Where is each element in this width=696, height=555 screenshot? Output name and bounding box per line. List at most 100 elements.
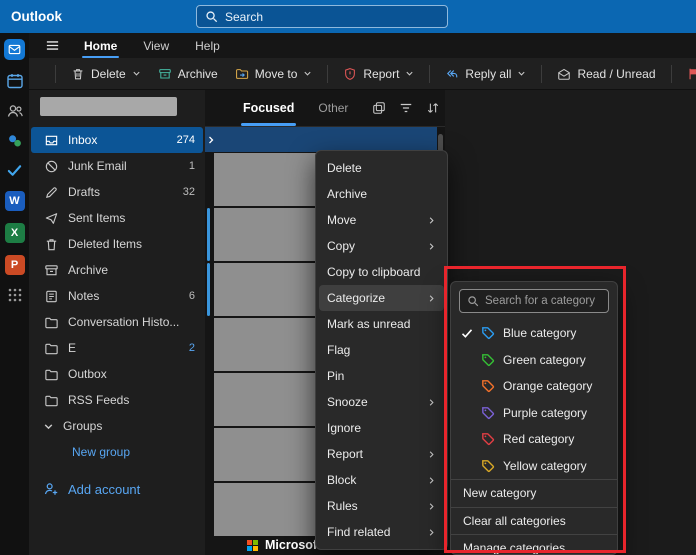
selected-message-row[interactable] (205, 127, 437, 152)
menu-item-label: Copy (327, 239, 356, 253)
folder-label: Drafts (68, 185, 101, 199)
chevron-right-icon (427, 528, 436, 537)
people-icon[interactable] (6, 102, 24, 120)
add-account-button[interactable]: Add account (29, 481, 205, 497)
folder-notes[interactable]: Notes 6 (29, 283, 205, 309)
excel-letter: X (10, 227, 19, 239)
tag-icon (481, 459, 495, 473)
unread-count: 2 (188, 342, 195, 354)
chevron-right-icon (427, 294, 436, 303)
menu-item-move[interactable]: Move (319, 207, 444, 233)
delete-button[interactable]: Delete (64, 63, 148, 85)
folder-e[interactable]: E 2 (29, 335, 205, 361)
new-category-item[interactable]: New category (451, 480, 617, 507)
menu-item-copy-to-clipboard[interactable]: Copy to clipboard (319, 259, 444, 285)
folder-conversation-history[interactable]: Conversation Histo... (29, 309, 205, 335)
folder-groups[interactable]: Groups (29, 413, 205, 439)
message-context-menu: Delete Archive Move Copy Copy to clipboa… (315, 150, 448, 550)
powerpoint-icon[interactable]: P (4, 255, 25, 275)
apps-icon[interactable] (7, 287, 23, 303)
excel-icon[interactable]: X (4, 223, 25, 243)
menu-item-categorize[interactable]: Categorize (319, 285, 444, 311)
folder-rss-feeds[interactable]: RSS Feeds (29, 387, 205, 413)
tab-other[interactable]: Other (318, 101, 348, 115)
word-icon[interactable]: W (4, 191, 25, 211)
category-green[interactable]: Green category (451, 347, 617, 374)
category-yellow[interactable]: Yellow category (451, 453, 617, 480)
search-input[interactable] (225, 9, 439, 24)
trash-icon (71, 67, 85, 81)
menu-item-label: Move (327, 213, 357, 227)
unread-count: 32 (182, 186, 195, 198)
menu-item-pin[interactable]: Pin (319, 363, 444, 389)
search-icon (467, 295, 479, 307)
clear-all-categories-item[interactable]: Clear all categories (451, 508, 617, 535)
menu-item-snooze[interactable]: Snooze (319, 389, 444, 415)
menu-item-copy[interactable]: Copy (319, 233, 444, 259)
unread-count: 274 (176, 134, 195, 146)
category-purple[interactable]: Purple category (451, 400, 617, 427)
archive-folder-icon (43, 263, 59, 278)
select-messages-icon[interactable] (372, 101, 386, 115)
shield-icon (343, 67, 357, 81)
category-label: Purple category (503, 405, 588, 420)
folder-junk-email[interactable]: Junk Email 1 (29, 153, 205, 179)
mail-icon[interactable] (4, 39, 25, 60)
menu-item-block[interactable]: Block (319, 467, 444, 493)
category-search-box[interactable] (459, 289, 609, 313)
message-sender[interactable]: Microsoft (247, 538, 321, 552)
folder-archive[interactable]: Archive (29, 257, 205, 283)
menu-item-label: Categorize (327, 291, 386, 305)
menu-item-label: Ignore (327, 421, 362, 435)
tab-view[interactable]: View (141, 35, 171, 57)
menu-item-rules[interactable]: Rules (319, 493, 444, 519)
todo-icon[interactable] (6, 162, 23, 179)
report-button[interactable]: Report (336, 63, 421, 85)
tab-help[interactable]: Help (193, 35, 222, 57)
category-label: Blue category (503, 326, 577, 341)
category-blue[interactable]: Blue category (451, 320, 617, 347)
menu-item-ignore[interactable]: Ignore (319, 415, 444, 441)
expand-conversation-icon[interactable] (206, 135, 216, 145)
archive-label: Archive (177, 66, 218, 81)
menu-item-mark-as-unread[interactable]: Mark as unread (319, 311, 444, 337)
menu-item-flag[interactable]: Flag (319, 337, 444, 363)
menu-item-label: Report (327, 447, 364, 461)
folder-outbox[interactable]: Outbox (29, 361, 205, 387)
category-search-input[interactable] (485, 295, 601, 307)
archive-button[interactable]: Archive (151, 63, 225, 85)
groups-icon[interactable] (6, 132, 24, 150)
menu-item-find-related[interactable]: Find related (319, 519, 444, 545)
category-orange[interactable]: Orange category (451, 373, 617, 400)
folder-label: Inbox (68, 133, 98, 147)
menu-item-report[interactable]: Report (319, 441, 444, 467)
sort-icon[interactable] (426, 101, 440, 115)
category-label: Yellow category (503, 458, 587, 473)
folder-icon (43, 367, 59, 382)
junk-icon (43, 159, 59, 174)
manage-categories-item[interactable]: Manage categories (451, 535, 617, 554)
tab-home[interactable]: Home (82, 35, 120, 58)
flag-button[interactable]: Flag / Unfla (680, 63, 696, 85)
move-to-button[interactable]: Move to (228, 63, 320, 85)
menu-item-delete[interactable]: Delete (319, 155, 444, 181)
calendar-icon[interactable] (6, 72, 24, 90)
tab-focused[interactable]: Focused (240, 101, 297, 126)
category-red[interactable]: Red category (451, 426, 617, 453)
folder-drafts[interactable]: Drafts 32 (29, 179, 205, 205)
hamburger-icon[interactable] (45, 38, 60, 53)
global-search[interactable] (196, 5, 448, 28)
folder-label: Deleted Items (68, 237, 143, 251)
folder-icon (43, 341, 59, 356)
reply-all-button[interactable]: Reply all (438, 63, 533, 85)
toolbar-separator (327, 64, 329, 83)
new-group-link[interactable]: New group (29, 439, 205, 465)
folder-sent-items[interactable]: Sent Items (29, 205, 205, 231)
delete-label: Delete (91, 66, 126, 81)
read-unread-button[interactable]: Read / Unread (550, 63, 662, 85)
menu-item-archive[interactable]: Archive (319, 181, 444, 207)
chevron-down-icon[interactable] (43, 421, 54, 432)
folder-deleted-items[interactable]: Deleted Items (29, 231, 205, 257)
filter-icon[interactable] (399, 101, 413, 115)
folder-inbox[interactable]: Inbox 274 (31, 127, 203, 153)
